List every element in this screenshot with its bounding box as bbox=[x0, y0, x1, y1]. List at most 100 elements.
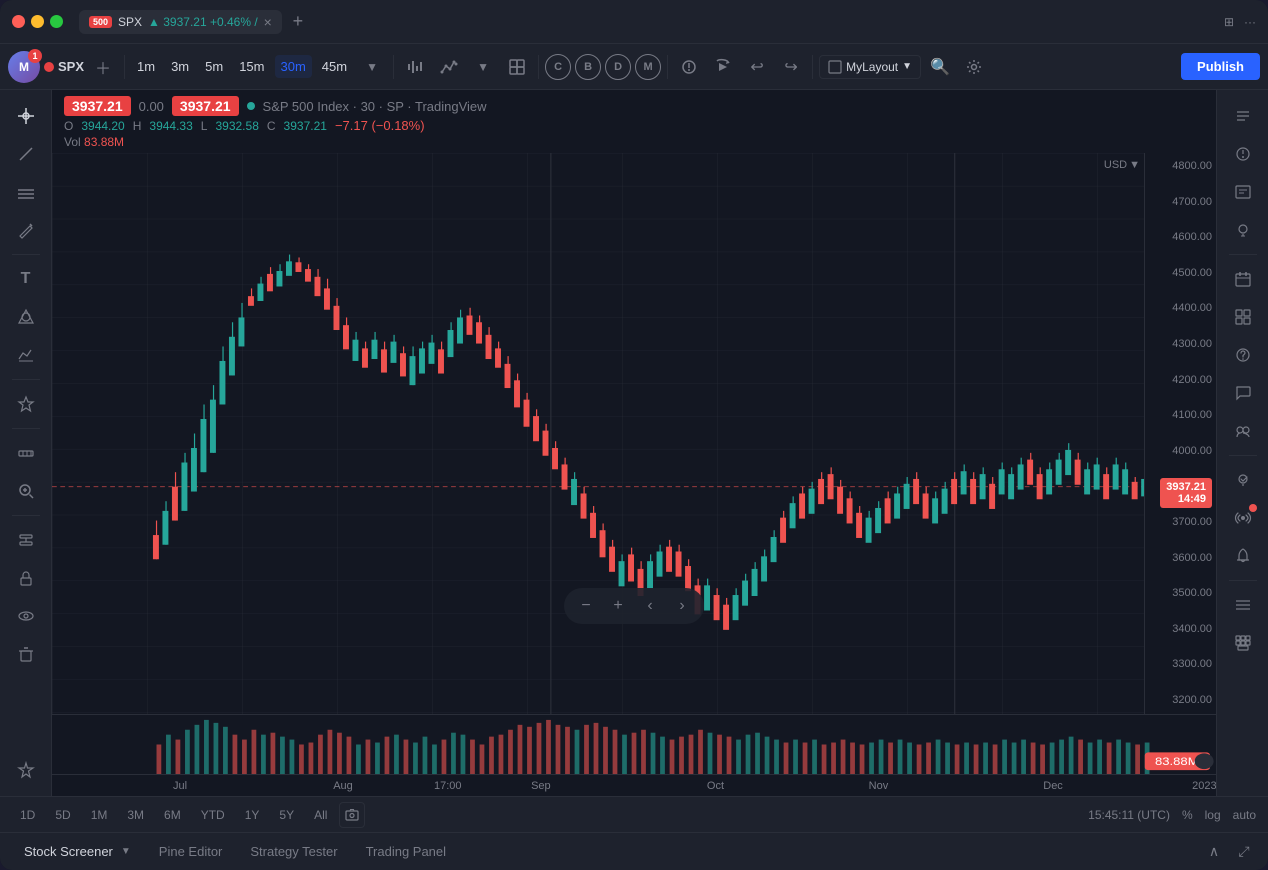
main-content: T bbox=[0, 90, 1268, 796]
zoom-in-button[interactable]: + bbox=[604, 592, 632, 620]
time-dec: Dec bbox=[1043, 780, 1063, 792]
watchlist-button[interactable] bbox=[1225, 98, 1261, 134]
ruler-tool[interactable] bbox=[8, 435, 44, 471]
eye-tool[interactable] bbox=[8, 598, 44, 634]
period-3m[interactable]: 3M bbox=[119, 805, 152, 825]
panel-fullscreen-button[interactable]: ⤢ bbox=[1232, 840, 1256, 864]
broadcast-button[interactable] bbox=[1225, 500, 1261, 536]
chart-svg[interactable] bbox=[52, 153, 1216, 714]
news-button[interactable] bbox=[1225, 174, 1261, 210]
percent-toggle[interactable]: % bbox=[1182, 808, 1193, 822]
scroll-left-button[interactable]: ‹ bbox=[636, 592, 664, 620]
price-tag-badge: 3937.21 bbox=[172, 96, 239, 116]
redo-button[interactable]: ↪ bbox=[776, 52, 806, 82]
chat-button[interactable] bbox=[1225, 375, 1261, 411]
price-scale: 4800.00 4700.00 4600.00 4500.00 4400.00 … bbox=[1144, 153, 1216, 714]
timeframe-5m[interactable]: 5m bbox=[199, 55, 229, 78]
timeframe-1m[interactable]: 1m bbox=[131, 55, 161, 78]
hotkeys-button[interactable] bbox=[1225, 625, 1261, 661]
replay-button[interactable] bbox=[708, 52, 738, 82]
settings-button[interactable] bbox=[959, 52, 989, 82]
screenshot-button[interactable] bbox=[339, 802, 365, 828]
period-6m[interactable]: 6M bbox=[156, 805, 189, 825]
lock-tool[interactable] bbox=[8, 560, 44, 596]
text-tool[interactable]: T bbox=[8, 261, 44, 297]
zoom-out-button[interactable]: − bbox=[572, 592, 600, 620]
alerts-history-button[interactable] bbox=[1225, 136, 1261, 172]
period-ytd[interactable]: YTD bbox=[193, 805, 233, 825]
currency-badge[interactable]: USD ▼ bbox=[1104, 159, 1140, 171]
favorite-tool[interactable] bbox=[8, 386, 44, 422]
time-2023: 2023 bbox=[1192, 780, 1216, 792]
watchlist-star[interactable] bbox=[8, 752, 44, 788]
currency-dropdown-icon: ▼ bbox=[1129, 159, 1140, 171]
compare-M-button[interactable]: M bbox=[635, 54, 661, 80]
chart-type-button[interactable] bbox=[400, 52, 430, 82]
tab-trading-panel[interactable]: Trading Panel bbox=[354, 840, 458, 863]
publish-button[interactable]: Publish bbox=[1181, 53, 1260, 80]
trading-ideas-button[interactable] bbox=[1225, 462, 1261, 498]
indicators-more-icon[interactable]: ▼ bbox=[468, 52, 498, 82]
close-traffic-light[interactable] bbox=[12, 15, 25, 28]
new-tab-button[interactable]: + bbox=[286, 10, 310, 34]
ticker-selector[interactable]: SPX bbox=[44, 59, 84, 74]
chat2-button[interactable] bbox=[1225, 413, 1261, 449]
period-1d[interactable]: 1D bbox=[12, 805, 43, 825]
undo-button[interactable]: ↩ bbox=[742, 52, 772, 82]
avatar-button[interactable]: M 1 bbox=[8, 51, 40, 83]
patterns-tool[interactable] bbox=[8, 337, 44, 373]
price-4300: 4300.00 bbox=[1149, 339, 1212, 350]
window-controls-icon: ⊞ bbox=[1224, 15, 1234, 29]
timeframe-15m[interactable]: 15m bbox=[233, 55, 270, 78]
timeframe-30m[interactable]: 30m bbox=[275, 55, 312, 78]
calendar-button[interactable] bbox=[1225, 261, 1261, 297]
period-5y[interactable]: 5Y bbox=[271, 805, 302, 825]
templates-button[interactable] bbox=[502, 52, 532, 82]
timeframe-45m[interactable]: 45m bbox=[316, 55, 353, 78]
log-toggle[interactable]: log bbox=[1205, 808, 1221, 822]
period-5d[interactable]: 5D bbox=[47, 805, 78, 825]
zoom-tool[interactable] bbox=[8, 473, 44, 509]
ideas-button[interactable] bbox=[1225, 212, 1261, 248]
price-3700: 3700.00 bbox=[1149, 517, 1212, 528]
chart-canvas[interactable]: USD ▼ bbox=[52, 153, 1216, 714]
scroll-right-button[interactable]: › bbox=[668, 592, 696, 620]
spx-tab[interactable]: 500 SPX ▲ 3937.21 +0.46% / × bbox=[79, 10, 282, 34]
tab-strategy-tester[interactable]: Strategy Tester bbox=[238, 840, 349, 863]
help-button[interactable] bbox=[1225, 337, 1261, 373]
crosshair-tool[interactable] bbox=[8, 98, 44, 134]
tab-close-icon[interactable]: × bbox=[264, 14, 272, 30]
tab-pine-editor[interactable]: Pine Editor bbox=[147, 840, 235, 863]
timeframe-more-icon[interactable]: ▼ bbox=[357, 52, 387, 82]
panel-collapse-button[interactable]: ∧ bbox=[1202, 840, 1226, 864]
add-symbol-button[interactable]: ＋ bbox=[88, 52, 118, 82]
period-1m[interactable]: 1M bbox=[83, 805, 116, 825]
compare-D-button[interactable]: D bbox=[605, 54, 631, 80]
auto-toggle[interactable]: auto bbox=[1233, 808, 1256, 822]
screener-button[interactable] bbox=[1225, 299, 1261, 335]
compare-C-button[interactable]: C bbox=[545, 54, 571, 80]
horizontal-line-tool[interactable] bbox=[8, 174, 44, 210]
tab-stock-screener[interactable]: Stock Screener ▼ bbox=[12, 840, 143, 863]
indicators-button[interactable] bbox=[434, 52, 464, 82]
svg-text:83.88M: 83.88M bbox=[1155, 755, 1199, 768]
notifications-button[interactable] bbox=[1225, 538, 1261, 574]
depth-button[interactable] bbox=[1225, 587, 1261, 623]
alert-button[interactable] bbox=[674, 52, 704, 82]
period-all[interactable]: All bbox=[306, 805, 335, 825]
minimize-traffic-light[interactable] bbox=[31, 15, 44, 28]
line-tool[interactable] bbox=[8, 136, 44, 172]
period-1y[interactable]: 1Y bbox=[237, 805, 268, 825]
time-1700: 17:00 bbox=[434, 780, 462, 792]
layout-selector[interactable]: MyLayout ▼ bbox=[819, 55, 921, 79]
compare-B-button[interactable]: B bbox=[575, 54, 601, 80]
anchor-tool[interactable] bbox=[8, 522, 44, 558]
shapes-tool[interactable] bbox=[8, 299, 44, 335]
timeframe-3m[interactable]: 3m bbox=[165, 55, 195, 78]
right-separator-2 bbox=[1229, 455, 1257, 456]
panel-right-buttons: ∧ ⤢ bbox=[1202, 840, 1256, 864]
fullscreen-traffic-light[interactable] bbox=[50, 15, 63, 28]
search-button[interactable]: 🔍 bbox=[925, 52, 955, 82]
delete-tool[interactable] bbox=[8, 636, 44, 672]
draw-tool[interactable] bbox=[8, 212, 44, 248]
